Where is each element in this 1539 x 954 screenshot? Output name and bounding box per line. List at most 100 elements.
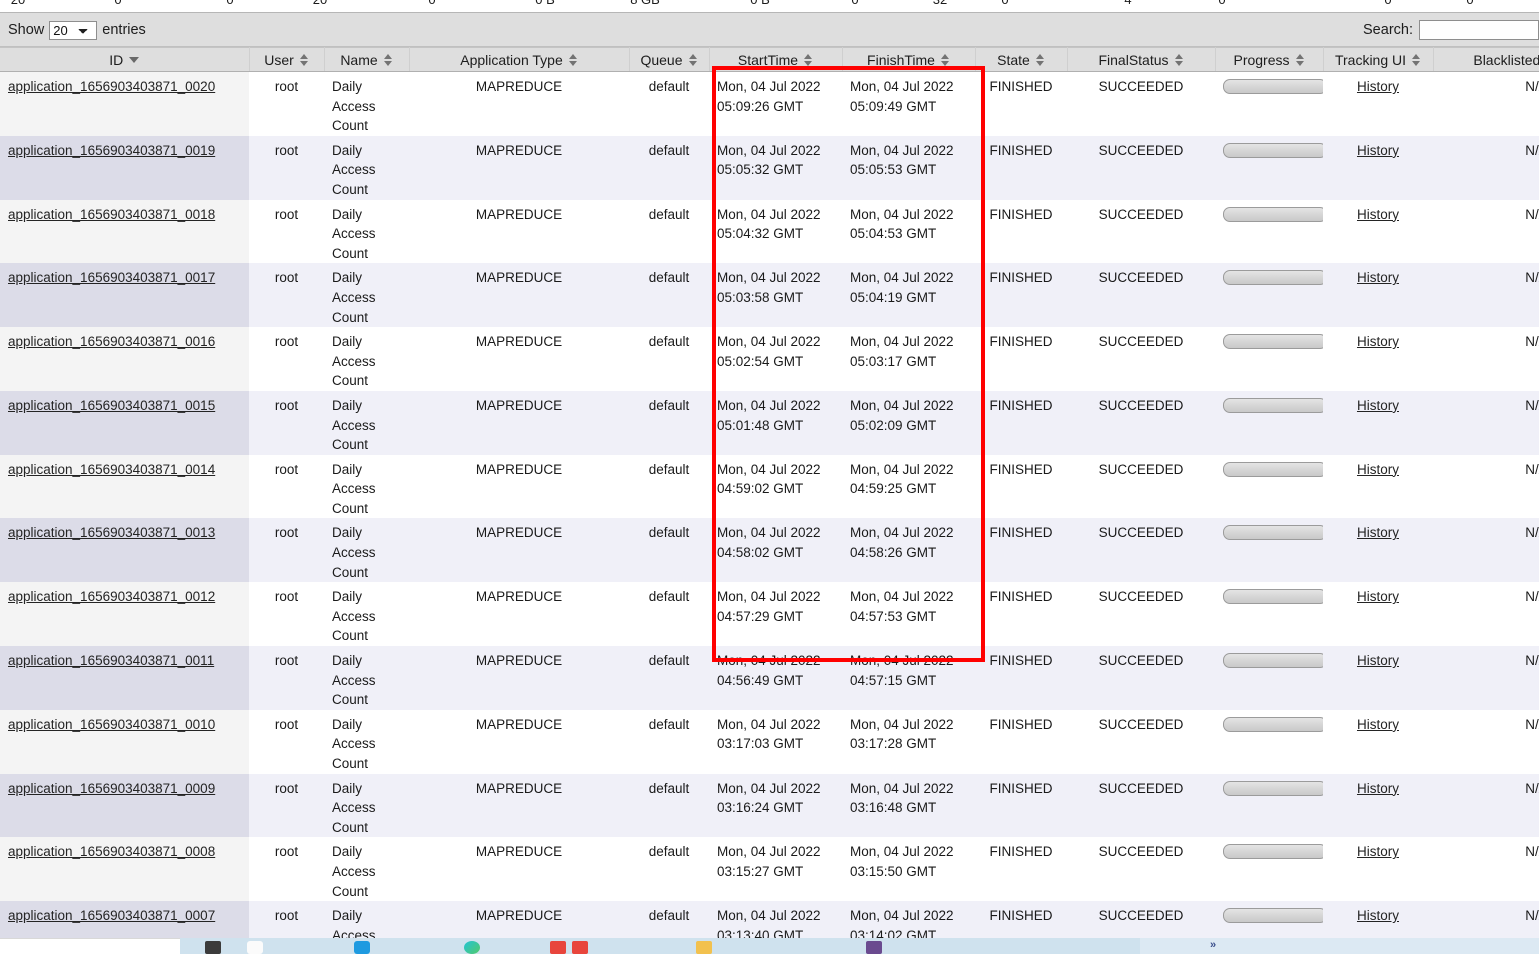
tracking-ui-history-link[interactable]: History: [1357, 270, 1399, 285]
tracking-ui-history-link[interactable]: History: [1357, 462, 1399, 477]
cell-application-type: MAPREDUCE: [409, 582, 629, 647]
cell-name: Daily Access Count: [324, 901, 409, 938]
column-header-user[interactable]: User: [249, 47, 325, 72]
cell-blacklisted-nodes: N/A: [1433, 199, 1539, 264]
column-header-queue[interactable]: Queue: [629, 47, 710, 72]
application-id-link[interactable]: application_1656903403871_0012: [8, 589, 215, 604]
column-header-id[interactable]: ID: [0, 47, 250, 72]
cell-application-type: MAPREDUCE: [409, 390, 629, 455]
cell-application-type: MAPREDUCE: [409, 837, 629, 902]
progress-bar: [1223, 334, 1327, 350]
application-name-text: Daily Access Count: [332, 716, 376, 771]
folder-icon[interactable]: [696, 941, 712, 954]
column-header-label: StartTime: [737, 51, 799, 68]
application-id-link[interactable]: application_1656903403871_0017: [8, 270, 215, 285]
cell-start-time: Mon, 04 Jul 2022 04:59:02 GMT: [709, 454, 842, 519]
cell-final-status: SUCCEEDED: [1067, 454, 1215, 519]
application-id-link[interactable]: application_1656903403871_0013: [8, 525, 215, 540]
cell-start-time: Mon, 04 Jul 2022 03:16:24 GMT: [709, 773, 842, 838]
application-id-link[interactable]: application_1656903403871_0019: [8, 143, 215, 158]
cell-state: FINISHED: [975, 135, 1067, 200]
application-name-text: Daily Access Count: [332, 589, 376, 644]
application-id-link[interactable]: application_1656903403871_0016: [8, 334, 215, 349]
progress-bar: [1223, 79, 1327, 94]
column-header-final[interactable]: FinalStatus: [1067, 47, 1216, 72]
tracking-ui-history-link[interactable]: History: [1357, 398, 1399, 413]
tracking-ui-history-link[interactable]: History: [1357, 781, 1399, 796]
column-header-name[interactable]: Name: [324, 47, 410, 72]
application-id-link[interactable]: application_1656903403871_0014: [8, 462, 215, 477]
cell-tracking-ui: History: [1323, 901, 1433, 938]
office2-icon[interactable]: [572, 941, 588, 954]
cell-tracking-ui: History: [1323, 199, 1433, 264]
cell-application-id: application_1656903403871_0017: [0, 263, 249, 328]
column-header-apptype[interactable]: Application Type: [409, 47, 630, 72]
application-id-link[interactable]: application_1656903403871_0007: [8, 908, 215, 923]
cell-finish-time: Mon, 04 Jul 2022 04:59:25 GMT: [842, 454, 975, 519]
cell-user: root: [249, 263, 324, 328]
tracking-ui-history-link[interactable]: History: [1357, 207, 1399, 222]
cell-tracking-ui: History: [1323, 709, 1433, 774]
cell-application-type: MAPREDUCE: [409, 901, 629, 938]
tracking-ui-history-link[interactable]: History: [1357, 79, 1399, 94]
application-id-link[interactable]: application_1656903403871_0009: [8, 781, 215, 796]
cell-start-time: Mon, 04 Jul 2022 05:03:58 GMT: [709, 263, 842, 328]
tracking-ui-history-link[interactable]: History: [1357, 589, 1399, 604]
progress-bar: [1223, 844, 1327, 860]
browser-icon[interactable]: [464, 941, 480, 954]
cell-queue: default: [629, 582, 709, 647]
page-length-select[interactable]: 2050100: [49, 20, 98, 40]
cell-queue: default: [629, 199, 709, 264]
app-purple-icon[interactable]: [866, 941, 882, 954]
progress-bar: [1223, 908, 1327, 924]
application-id-link[interactable]: application_1656903403871_0008: [8, 844, 215, 859]
cell-blacklisted-nodes: N/A: [1433, 135, 1539, 200]
tracking-ui-history-link[interactable]: History: [1357, 908, 1399, 923]
tracking-ui-history-link[interactable]: History: [1357, 525, 1399, 540]
editor-icon[interactable]: [354, 941, 370, 954]
cell-finish-time: Mon, 04 Jul 2022 05:04:53 GMT: [842, 199, 975, 264]
search-input[interactable]: [1419, 20, 1539, 40]
cell-application-id: application_1656903403871_0012: [0, 582, 249, 647]
cell-finish-time: Mon, 04 Jul 2022 04:57:15 GMT: [842, 646, 975, 710]
column-header-state[interactable]: State: [975, 47, 1068, 72]
application-id-link[interactable]: application_1656903403871_0018: [8, 207, 215, 222]
cell-state: FINISHED: [975, 327, 1067, 391]
cell-start-time: Mon, 04 Jul 2022 03:13:40 GMT: [709, 901, 842, 938]
application-id-link[interactable]: application_1656903403871_0020: [8, 79, 215, 94]
table-row: application_1656903403871_0009 root Daily …: [0, 773, 1539, 838]
column-header-black[interactable]: Blacklisted Nodes: [1433, 47, 1539, 72]
office-icon[interactable]: [550, 941, 566, 954]
cell-progress: [1215, 71, 1327, 136]
tracking-ui-history-link[interactable]: History: [1357, 717, 1399, 732]
application-id-link[interactable]: application_1656903403871_0010: [8, 717, 215, 732]
cell-blacklisted-nodes: N/A: [1433, 263, 1539, 328]
tracking-ui-history-link[interactable]: History: [1357, 334, 1399, 349]
tracking-ui-history-link[interactable]: History: [1357, 844, 1399, 859]
cell-queue: default: [629, 263, 709, 328]
column-header-progress[interactable]: Progress: [1215, 47, 1324, 72]
cell-state: FINISHED: [975, 199, 1067, 264]
column-header-finish[interactable]: FinishTime: [842, 47, 976, 72]
table-row: application_1656903403871_0015 root Daily …: [0, 390, 1539, 455]
tracking-ui-history-link[interactable]: History: [1357, 653, 1399, 668]
cell-application-type: MAPREDUCE: [409, 454, 629, 519]
terminal-icon[interactable]: [205, 941, 221, 954]
files-icon[interactable]: [247, 941, 263, 954]
application-id-link[interactable]: application_1656903403871_0015: [8, 398, 215, 413]
cell-user: root: [249, 454, 324, 519]
column-header-track[interactable]: Tracking UI: [1323, 47, 1434, 72]
table-row: application_1656903403871_0016 root Daily …: [0, 327, 1539, 391]
progress-bar: [1223, 270, 1327, 286]
progress-bar: [1223, 653, 1327, 669]
taskbar-overflow-icon[interactable]: »: [1210, 939, 1216, 951]
cell-tracking-ui: History: [1323, 837, 1433, 902]
column-header-start[interactable]: StartTime: [709, 47, 843, 72]
tracking-ui-history-link[interactable]: History: [1357, 143, 1399, 158]
cluster-metric-value: 0 B: [720, 0, 800, 12]
cell-tracking-ui: History: [1323, 646, 1433, 710]
cell-finish-time: Mon, 04 Jul 2022 03:14:02 GMT: [842, 901, 975, 938]
taskbar-right-pane: [1140, 938, 1539, 954]
application-id-link[interactable]: application_1656903403871_0011: [8, 653, 214, 668]
cluster-metric-value: 0: [965, 0, 1045, 12]
